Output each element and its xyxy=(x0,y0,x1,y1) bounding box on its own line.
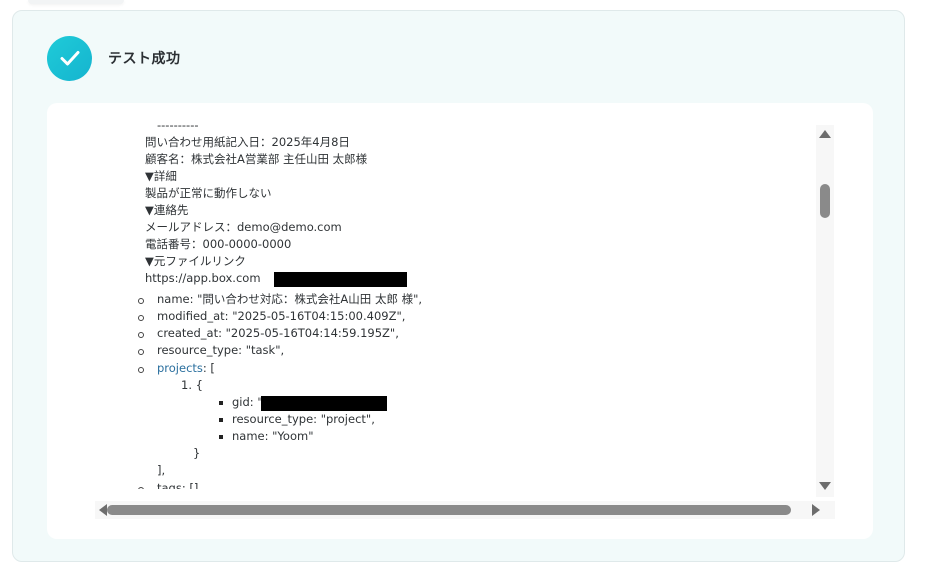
project-resource-type-line: resource_type: "project", xyxy=(232,412,375,426)
customer-line: 顧客名：株式会社A営業部 主任山田 太郎様 xyxy=(145,152,368,166)
contact-heading: ▼連絡先 xyxy=(145,203,189,217)
top-tab-edge xyxy=(28,0,124,4)
close-bracket: ], xyxy=(157,463,166,477)
redacted-block xyxy=(274,272,407,287)
scroll-right-arrow-icon[interactable] xyxy=(812,504,820,516)
details-text: 製品が正常に動作しない xyxy=(145,186,272,200)
file-link-url: https://app.box.com xyxy=(145,271,261,285)
separator-line: ---------- xyxy=(157,118,199,132)
bullet-square xyxy=(219,401,223,405)
created-at-line: created_at: "2025-05-16T04:14:59.195Z", xyxy=(157,326,399,340)
inquiry-date-line: 問い合わせ用紙記入日：2025年4月8日 xyxy=(145,135,350,149)
result-title: テスト成功 xyxy=(108,51,181,67)
bullet-circle xyxy=(138,332,144,338)
modified-at-line: modified_at: "2025-05-16T04:15:00.409Z", xyxy=(157,309,406,323)
bullet-square xyxy=(219,435,223,439)
tags-line: tags: [] xyxy=(157,481,199,489)
project-name-line: name: "Yoom" xyxy=(232,429,314,443)
bullet-circle xyxy=(138,298,144,304)
projects-key[interactable]: projects xyxy=(157,361,203,375)
project-item-number: 1. { xyxy=(181,378,203,392)
bullet-circle xyxy=(138,487,144,489)
test-result-panel: テスト成功 ---------- 問い合わせ用紙記入日：2025年4月8日 顧客… xyxy=(12,10,905,562)
email-line: メールアドレス：demo@demo.com xyxy=(145,220,342,234)
check-mark-svg xyxy=(60,51,79,66)
scroll-down-arrow-icon[interactable] xyxy=(819,482,831,490)
bullet-circle xyxy=(138,367,144,373)
projects-line: projects: [ xyxy=(157,360,215,377)
resource-type-line: resource_type: "task", xyxy=(157,343,285,357)
output-viewport[interactable]: ---------- 問い合わせ用紙記入日：2025年4月8日 顧客名：株式会社… xyxy=(99,117,835,489)
phone-line: 電話番号：000-0000-0000 xyxy=(145,237,292,251)
result-header: テスト成功 xyxy=(47,35,181,81)
horizontal-scrollbar[interactable] xyxy=(95,501,835,519)
vertical-scrollbar[interactable] xyxy=(816,125,834,497)
bullet-circle xyxy=(138,315,144,321)
output-card: ---------- 問い合わせ用紙記入日：2025年4月8日 顧客名：株式会社… xyxy=(47,103,873,539)
gid-line: gid: " xyxy=(232,395,263,409)
vertical-scroll-thumb[interactable] xyxy=(820,184,830,218)
details-heading: ▼詳細 xyxy=(145,169,177,183)
bullet-square xyxy=(219,418,223,422)
check-icon xyxy=(47,35,92,81)
scroll-up-arrow-icon[interactable] xyxy=(819,130,831,138)
bullet-circle xyxy=(138,349,144,355)
redacted-block xyxy=(261,396,387,411)
horizontal-scroll-thumb[interactable] xyxy=(107,505,791,515)
close-brace: } xyxy=(193,446,201,460)
scroll-left-arrow-icon[interactable] xyxy=(99,504,107,516)
file-link-heading: ▼元ファイルリンク xyxy=(145,254,246,268)
name-field-line: name: "問い合わせ対応：株式会社A山田 太郎 様", xyxy=(157,292,423,306)
projects-open-bracket: : [ xyxy=(202,361,215,375)
